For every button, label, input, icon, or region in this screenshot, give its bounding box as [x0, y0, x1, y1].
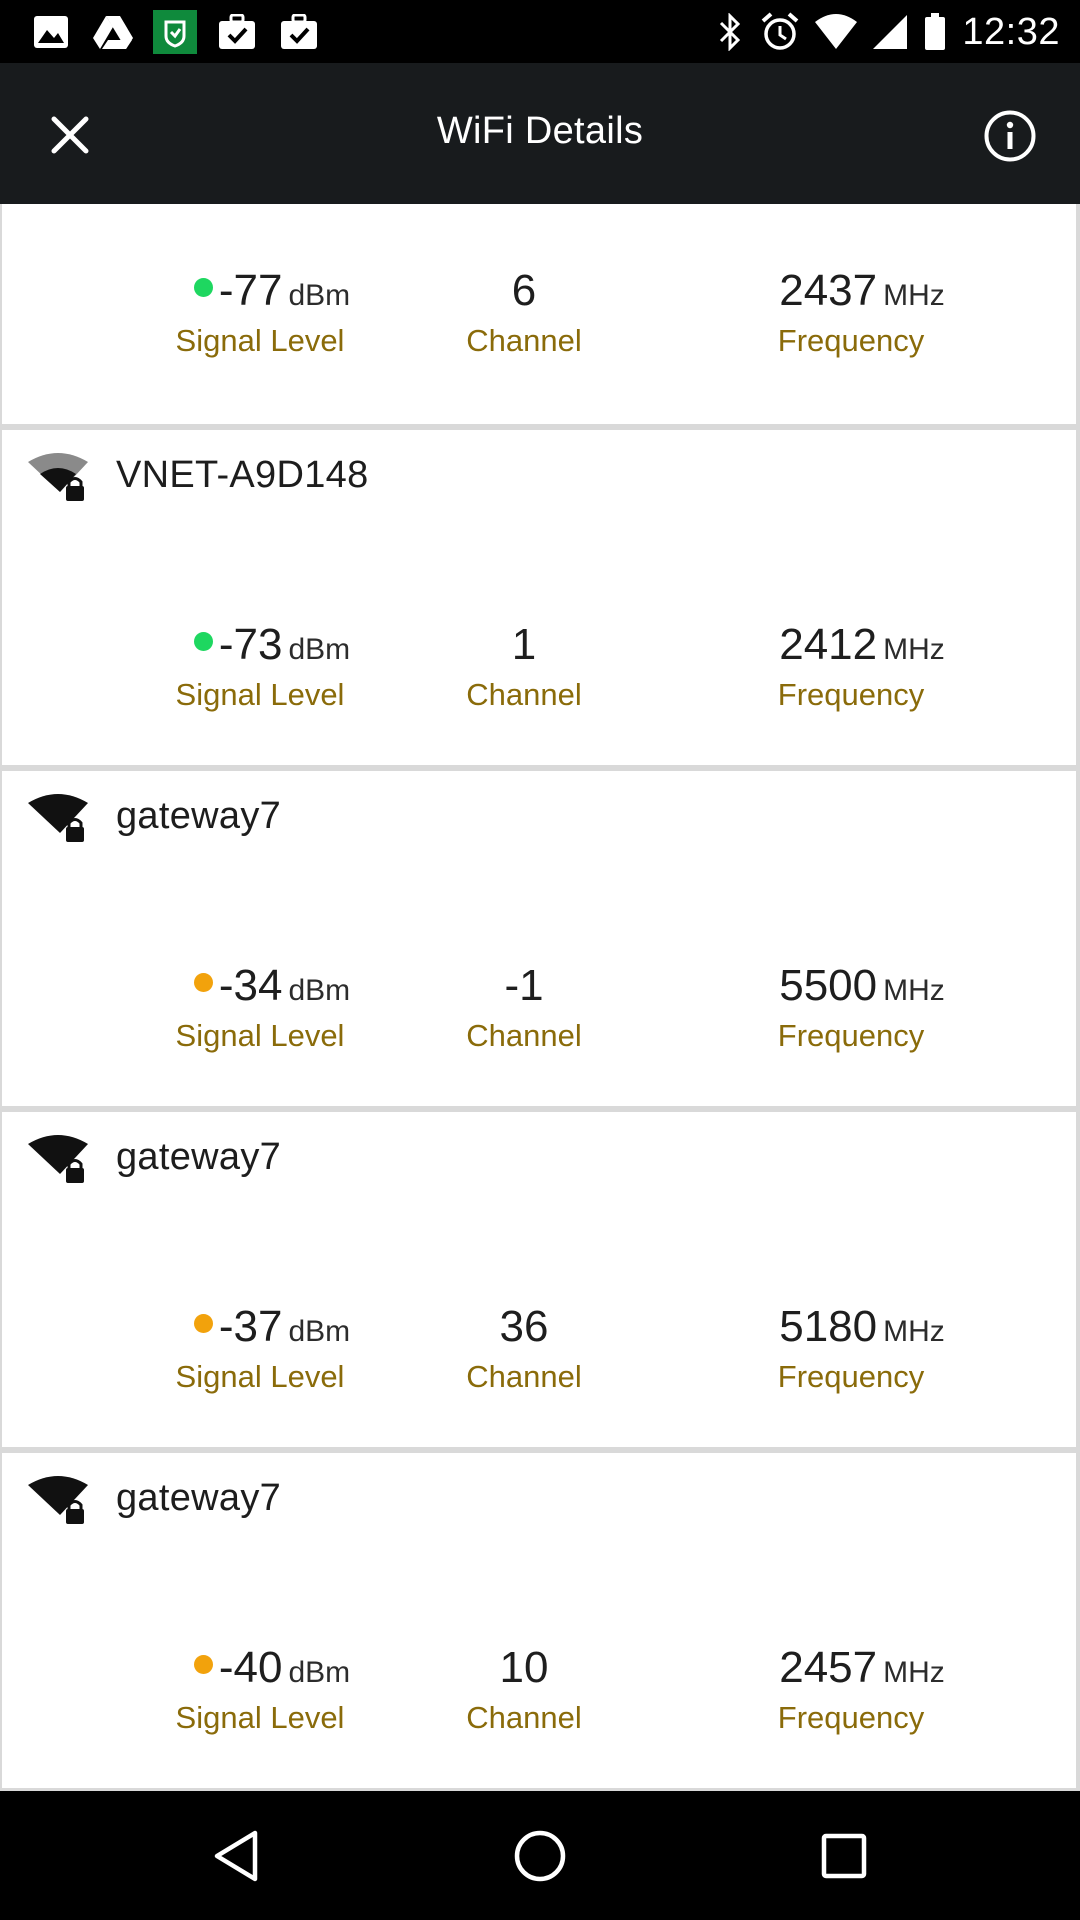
- frequency-value: 2412: [779, 620, 878, 669]
- signal-dot: [193, 1655, 213, 1674]
- signal-value: -73: [218, 620, 283, 669]
- signal-unit: dBm: [288, 1656, 351, 1689]
- signal-stat: -77 dBm Signal Level: [102, 269, 442, 359]
- signal-value: -37: [218, 1302, 283, 1351]
- network-card[interactable]: gateway7 -37 dBm Signal Level 36 Channel 5180 M…: [2, 1112, 1076, 1447]
- frequency-unit: MHz: [883, 1315, 945, 1348]
- frequency-label: Frequency: [777, 1359, 925, 1394]
- network-ssid: VNET-A9D148: [116, 454, 369, 496]
- frequency-stat: 5500 MHz Frequency: [702, 964, 1022, 1054]
- frequency-unit: MHz: [883, 1656, 945, 1689]
- signal-dot: [193, 632, 213, 651]
- frequency-value: 2437: [779, 266, 878, 315]
- network-list[interactable]: -77 dBm Signal Level 6 Channel 2437 MHz Frequen…: [0, 204, 1080, 1791]
- frequency-unit: MHz: [883, 633, 945, 666]
- frequency-unit: MHz: [883, 279, 945, 312]
- signal-stat: -73 dBm Signal Level: [102, 623, 442, 713]
- channel-value: -1: [504, 961, 544, 1010]
- channel-value: 1: [511, 620, 537, 669]
- signal-dot: [193, 973, 213, 992]
- signal-stat: -40 dBm Signal Level: [102, 1646, 442, 1736]
- wifi-lock-icon: [28, 794, 88, 842]
- home-button[interactable]: [507, 1823, 573, 1889]
- signal-value: -40: [218, 1643, 283, 1692]
- signal-dot: [193, 1314, 213, 1333]
- network-card[interactable]: gateway7 -40 dBm Signal Level 10 Channel 2457 M…: [2, 1453, 1076, 1788]
- signal-unit: dBm: [288, 974, 351, 1007]
- info-button[interactable]: [980, 106, 1040, 166]
- recents-button[interactable]: [811, 1823, 877, 1889]
- signal-unit: dBm: [288, 1315, 351, 1348]
- back-triangle-icon: [214, 1830, 258, 1882]
- channel-stat: 1 Channel: [424, 623, 624, 713]
- channel-value: 6: [511, 266, 537, 315]
- signal-unit: dBm: [288, 279, 351, 312]
- shield-app-icon: [152, 10, 198, 54]
- frequency-stat: 2437 MHz Frequency: [702, 269, 1022, 359]
- network-ssid: gateway7: [116, 1136, 282, 1178]
- network-card[interactable]: -77 dBm Signal Level 6 Channel 2437 MHz Frequen…: [2, 204, 1076, 424]
- signal-value: -77: [218, 266, 283, 315]
- battery-icon: [922, 12, 948, 52]
- bluetooth-icon: [714, 12, 746, 52]
- app-bar: WiFi Details: [0, 63, 1080, 204]
- channel-label: Channel: [466, 677, 582, 712]
- gallery-icon: [28, 12, 74, 52]
- frequency-label: Frequency: [777, 1018, 925, 1053]
- channel-stat: 10 Channel: [424, 1646, 624, 1736]
- signal-value: -34: [218, 961, 283, 1010]
- channel-label: Channel: [466, 1700, 582, 1735]
- frequency-stat: 2457 MHz Frequency: [702, 1646, 1022, 1736]
- status-bar: 12:32: [0, 0, 1080, 63]
- frequency-unit: MHz: [883, 974, 945, 1007]
- signal-unit: dBm: [288, 633, 351, 666]
- network-card[interactable]: gateway7 -34 dBm Signal Level -1 Channel 5500 M…: [2, 771, 1076, 1106]
- signal-label: Signal Level: [175, 1700, 345, 1735]
- alarm-icon: [760, 12, 800, 52]
- frequency-label: Frequency: [777, 677, 925, 712]
- channel-label: Channel: [466, 1359, 582, 1394]
- channel-stat: -1 Channel: [424, 964, 624, 1054]
- signal-dot: [193, 278, 213, 297]
- channel-label: Channel: [466, 1018, 582, 1053]
- channel-value: 10: [499, 1643, 549, 1692]
- frequency-label: Frequency: [777, 1700, 925, 1735]
- channel-stat: 36 Channel: [424, 1305, 624, 1395]
- back-button[interactable]: [203, 1823, 269, 1889]
- frequency-label: Frequency: [777, 323, 925, 358]
- signal-label: Signal Level: [175, 677, 345, 712]
- channel-label: Channel: [466, 323, 582, 358]
- info-icon: [984, 110, 1036, 162]
- network-card[interactable]: VNET-A9D148 -73 dBm Signal Level 1 Channel 241…: [2, 430, 1076, 765]
- signal-label: Signal Level: [175, 1018, 345, 1053]
- home-circle-icon: [514, 1830, 566, 1882]
- frequency-value: 2457: [779, 1643, 878, 1692]
- frequency-value: 5180: [779, 1302, 878, 1351]
- wifi-lock-icon: [28, 1476, 88, 1524]
- wifi-lock-icon: [28, 453, 88, 501]
- navigation-bar: [0, 1791, 1080, 1920]
- signal-label: Signal Level: [175, 1359, 345, 1394]
- recents-square-icon: [821, 1833, 867, 1879]
- signal-label: Signal Level: [175, 323, 345, 358]
- wifi-icon: [814, 12, 858, 52]
- frequency-value: 5500: [779, 961, 878, 1010]
- briefcase-check-icon: [276, 12, 322, 52]
- channel-value: 36: [499, 1302, 549, 1351]
- frequency-stat: 2412 MHz Frequency: [702, 623, 1022, 713]
- cell-signal-icon: [872, 12, 908, 52]
- signal-stat: -37 dBm Signal Level: [102, 1305, 442, 1395]
- drive-icon: [90, 12, 136, 52]
- channel-stat: 6 Channel: [424, 269, 624, 359]
- clock-time: 12:32: [962, 10, 1060, 53]
- frequency-stat: 5180 MHz Frequency: [702, 1305, 1022, 1395]
- network-ssid: gateway7: [116, 1477, 282, 1519]
- signal-stat: -34 dBm Signal Level: [102, 964, 442, 1054]
- page-title: WiFi Details: [436, 110, 644, 152]
- wifi-lock-icon: [28, 1135, 88, 1183]
- briefcase-check-icon: [214, 12, 260, 52]
- network-ssid: gateway7: [116, 795, 282, 837]
